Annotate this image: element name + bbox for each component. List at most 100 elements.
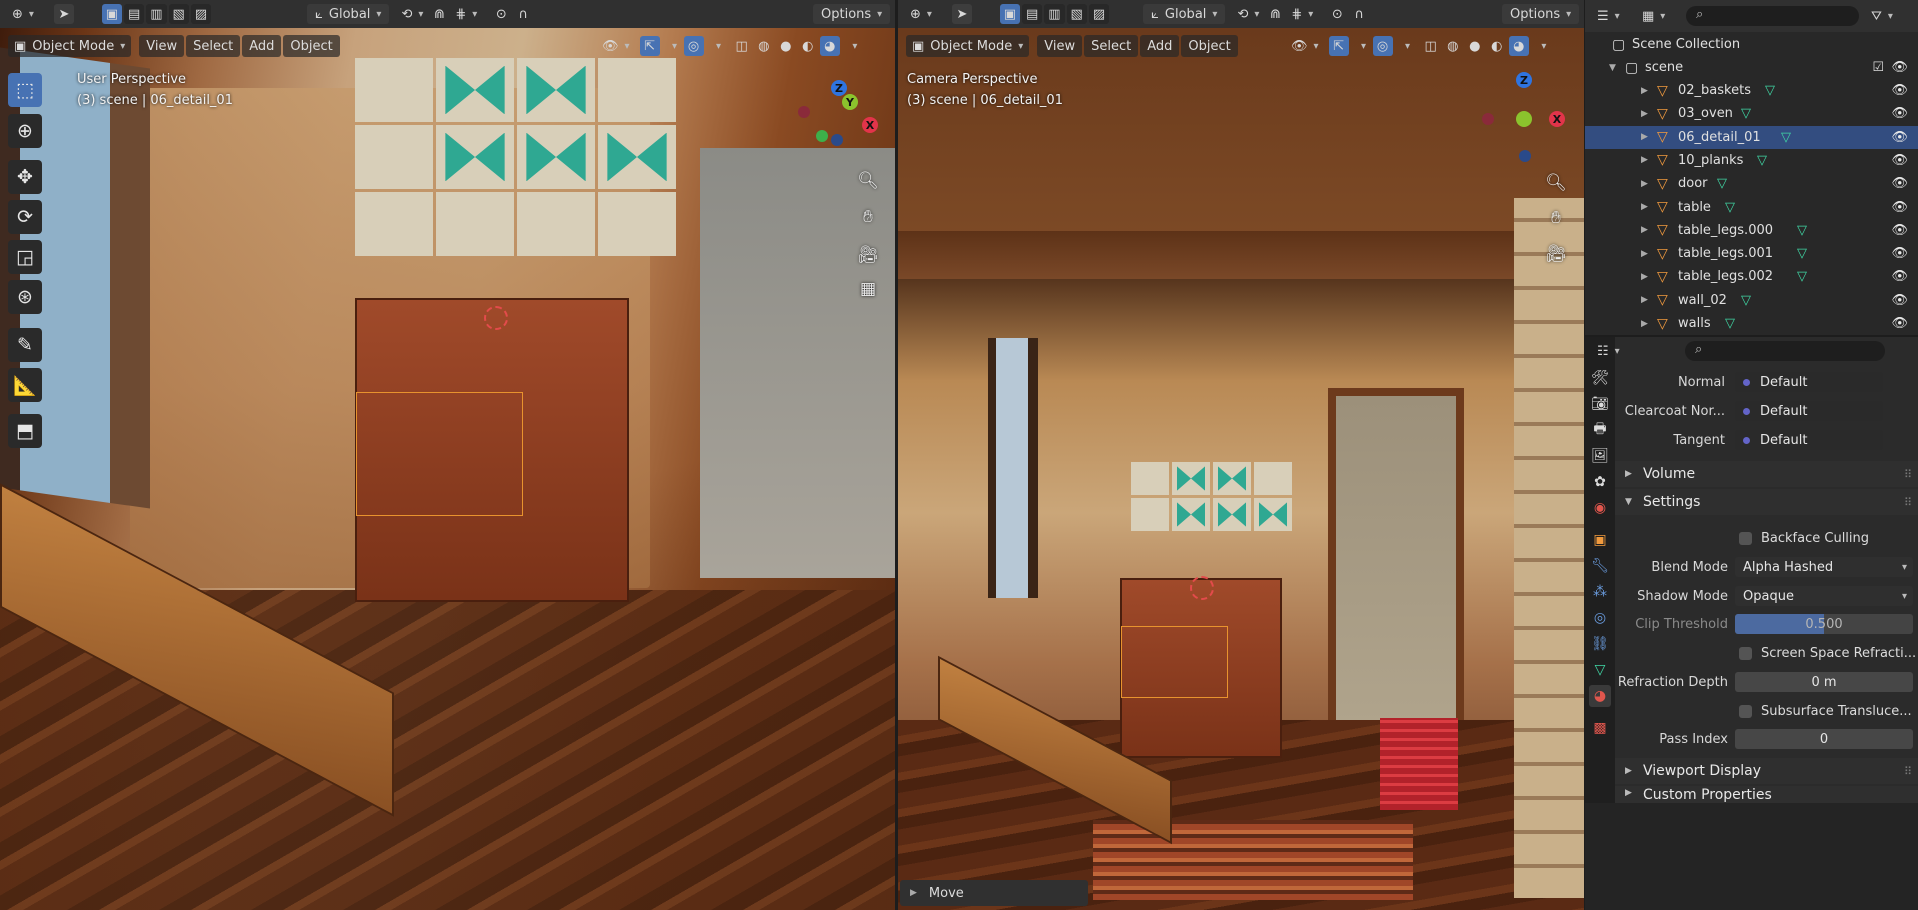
panel-custom-properties[interactable]: ▶ Custom Properties bbox=[1615, 786, 1918, 803]
expand-triangle-icon[interactable]: ▶ bbox=[1641, 132, 1648, 142]
expand-triangle-icon[interactable]: ▶ bbox=[1641, 249, 1648, 259]
left-3d-viewport[interactable] bbox=[0, 28, 895, 910]
outliner-search-input[interactable]: ⌕ bbox=[1686, 6, 1859, 26]
menu-select[interactable]: Select bbox=[1084, 35, 1139, 57]
gizmo-neg-y[interactable] bbox=[816, 130, 828, 142]
subsurface-translucency-checkbox[interactable] bbox=[1739, 704, 1752, 718]
select-invert-button[interactable]: ▧ bbox=[168, 4, 189, 24]
gizmo-neg-z[interactable] bbox=[1519, 150, 1531, 162]
shading-solid[interactable]: ● bbox=[776, 36, 796, 56]
gizmo-z-axis[interactable]: Z bbox=[1516, 72, 1532, 88]
gizmo-x-axis[interactable]: X bbox=[1549, 111, 1565, 127]
gizmo-neg-x[interactable] bbox=[1482, 113, 1494, 125]
eye-icon[interactable]: 👁 bbox=[1891, 83, 1908, 98]
gizmo-y-axis[interactable] bbox=[1516, 111, 1532, 127]
snap-toggle[interactable]: ⋒ bbox=[429, 4, 449, 24]
blend-mode-dropdown[interactable]: Alpha Hashed ▾ bbox=[1735, 557, 1913, 577]
overlays-toggle[interactable]: ◎ bbox=[683, 36, 704, 56]
add-cube-tool[interactable]: ⬒ bbox=[8, 414, 42, 448]
particles-tab[interactable]: ⁂ bbox=[1589, 581, 1611, 603]
outliner-item[interactable]: ▶ ▽ table ▽ 👁 bbox=[1585, 196, 1918, 219]
output-tab[interactable]: 🖶 bbox=[1589, 419, 1611, 441]
render-tab[interactable]: 📷︎ bbox=[1589, 393, 1611, 415]
texture-tab[interactable]: ▩ bbox=[1589, 717, 1611, 739]
select-extend-button[interactable]: ▤ bbox=[123, 4, 145, 24]
cursor-tool[interactable]: ⊕ bbox=[8, 114, 42, 148]
pivot-point-dropdown[interactable]: ⟲ ▾ bbox=[1233, 4, 1263, 24]
outliner-item[interactable]: ▶ ▽ 06_detail_01 ▽ 👁 bbox=[1585, 125, 1918, 149]
eye-icon[interactable]: 👁 bbox=[1891, 176, 1908, 191]
camera-view-button[interactable]: 🎥︎ bbox=[1543, 241, 1569, 267]
pivot-point-dropdown[interactable]: ⟲ ▾ bbox=[397, 4, 427, 24]
select-subtract-button[interactable]: ▥ bbox=[1044, 4, 1065, 24]
backface-culling-checkbox[interactable] bbox=[1739, 531, 1752, 545]
expand-triangle-icon[interactable]: ▶ bbox=[1641, 295, 1648, 305]
annotate-tool[interactable]: ✎ bbox=[8, 328, 42, 362]
select-mode-button[interactable]: ➤ bbox=[53, 4, 74, 24]
screen-space-refraction-checkbox[interactable] bbox=[1739, 646, 1752, 660]
screen-space-refraction-row[interactable]: Screen Space Refracti... bbox=[1615, 642, 1918, 664]
menu-add[interactable]: Add bbox=[1140, 35, 1180, 57]
outliner-item[interactable]: ▶ ▽ walls ▽ 👁 bbox=[1585, 312, 1918, 335]
expand-triangle-icon[interactable]: ▶ bbox=[1641, 319, 1648, 329]
pass-index-field[interactable]: 0 bbox=[1735, 729, 1913, 749]
eye-icon[interactable]: 👁 bbox=[1891, 130, 1908, 145]
last-operator-panel[interactable]: ▶ Move bbox=[900, 880, 1088, 906]
xray-toggle[interactable]: ◫ bbox=[1421, 36, 1441, 56]
editor-type-button[interactable]: ⊕ ▾ bbox=[8, 4, 38, 24]
shading-dropdown[interactable]: ▾ bbox=[1531, 36, 1551, 56]
proportional-edit-toggle[interactable]: ⊙ bbox=[1327, 4, 1347, 24]
outliner-item[interactable]: ▶ ▽ table_legs.000 ▽ 👁 bbox=[1585, 219, 1918, 242]
falloff-dropdown[interactable]: ∩ bbox=[1349, 4, 1369, 24]
menu-view[interactable]: View bbox=[1037, 35, 1083, 57]
select-subtract-button[interactable]: ▥ bbox=[146, 4, 167, 24]
options-dropdown[interactable]: Options ▾ bbox=[813, 4, 891, 24]
shading-material[interactable]: ◐ bbox=[798, 36, 818, 56]
eye-icon[interactable]: 👁 bbox=[1891, 269, 1908, 284]
navigation-gizmo[interactable]: Z X bbox=[1478, 72, 1568, 162]
panel-viewport-display[interactable]: ▶ Viewport Display ⠿ bbox=[1615, 758, 1918, 784]
menu-view[interactable]: View bbox=[139, 35, 185, 57]
object-tab[interactable]: ▣ bbox=[1589, 529, 1611, 551]
shading-solid[interactable]: ● bbox=[1465, 36, 1485, 56]
gizmo-dropdown[interactable]: ▾ bbox=[1351, 36, 1371, 56]
editor-type-button[interactable]: ☷ ▾ bbox=[1593, 341, 1624, 361]
proportional-edit-toggle[interactable]: ⊙ bbox=[491, 4, 511, 24]
tangent-socket-field[interactable]: Default bbox=[1735, 430, 1883, 450]
eye-icon[interactable]: 👁 bbox=[1891, 246, 1908, 261]
checkbox-icon[interactable]: ☑ bbox=[1872, 60, 1884, 75]
move-tool[interactable]: ✥ bbox=[8, 160, 42, 194]
select-intersect-button[interactable]: ▨ bbox=[1088, 4, 1110, 24]
shading-wireframe[interactable]: ◍ bbox=[754, 36, 774, 56]
shading-material[interactable]: ◐ bbox=[1487, 36, 1507, 56]
shading-dropdown[interactable]: ▾ bbox=[842, 36, 862, 56]
editor-type-button[interactable]: ☰ ▾ bbox=[1593, 6, 1624, 26]
select-new-button[interactable]: ▣ bbox=[999, 4, 1020, 24]
clearcoat-normal-socket-field[interactable]: Default bbox=[1735, 401, 1883, 421]
eye-icon[interactable]: 👁 bbox=[1891, 223, 1908, 238]
outliner-item[interactable]: ▶ ▽ table_legs.002 ▽ 👁 bbox=[1585, 265, 1918, 288]
material-tab[interactable]: ◕ bbox=[1589, 685, 1611, 707]
measure-tool[interactable]: 📐 bbox=[8, 368, 42, 402]
ortho-toggle-button[interactable]: ▦ bbox=[855, 276, 881, 302]
xray-toggle[interactable]: ◫ bbox=[732, 36, 752, 56]
expand-triangle-icon[interactable]: ▶ bbox=[1641, 109, 1648, 119]
visibility-dropdown[interactable]: 👁 ▾ bbox=[598, 36, 634, 56]
transform-tool[interactable]: ⊛ bbox=[8, 280, 42, 314]
drag-handle-icon[interactable]: ⠿ bbox=[1904, 765, 1912, 778]
mode-dropdown[interactable]: ▣ Object Mode ▾ bbox=[906, 35, 1030, 57]
menu-object[interactable]: Object bbox=[1181, 35, 1238, 57]
expand-triangle-icon[interactable]: ▶ bbox=[1641, 179, 1648, 189]
select-new-button[interactable]: ▣ bbox=[101, 4, 122, 24]
expand-triangle-icon[interactable]: ▶ bbox=[1641, 155, 1648, 165]
expand-triangle-icon[interactable]: ▶ bbox=[1641, 225, 1648, 235]
3d-cursor[interactable] bbox=[484, 306, 508, 330]
outliner-item[interactable]: ▶ ▽ 02_baskets ▽ 👁 bbox=[1585, 79, 1918, 102]
snap-target-dropdown[interactable]: ⋕ ▾ bbox=[451, 4, 481, 24]
navigation-gizmo[interactable]: Z Y X bbox=[795, 78, 885, 168]
select-invert-button[interactable]: ▧ bbox=[1066, 4, 1087, 24]
menu-select[interactable]: Select bbox=[186, 35, 241, 57]
3d-cursor[interactable] bbox=[1190, 576, 1214, 600]
eye-icon[interactable]: 👁 bbox=[1891, 200, 1908, 215]
select-extend-button[interactable]: ▤ bbox=[1021, 4, 1043, 24]
